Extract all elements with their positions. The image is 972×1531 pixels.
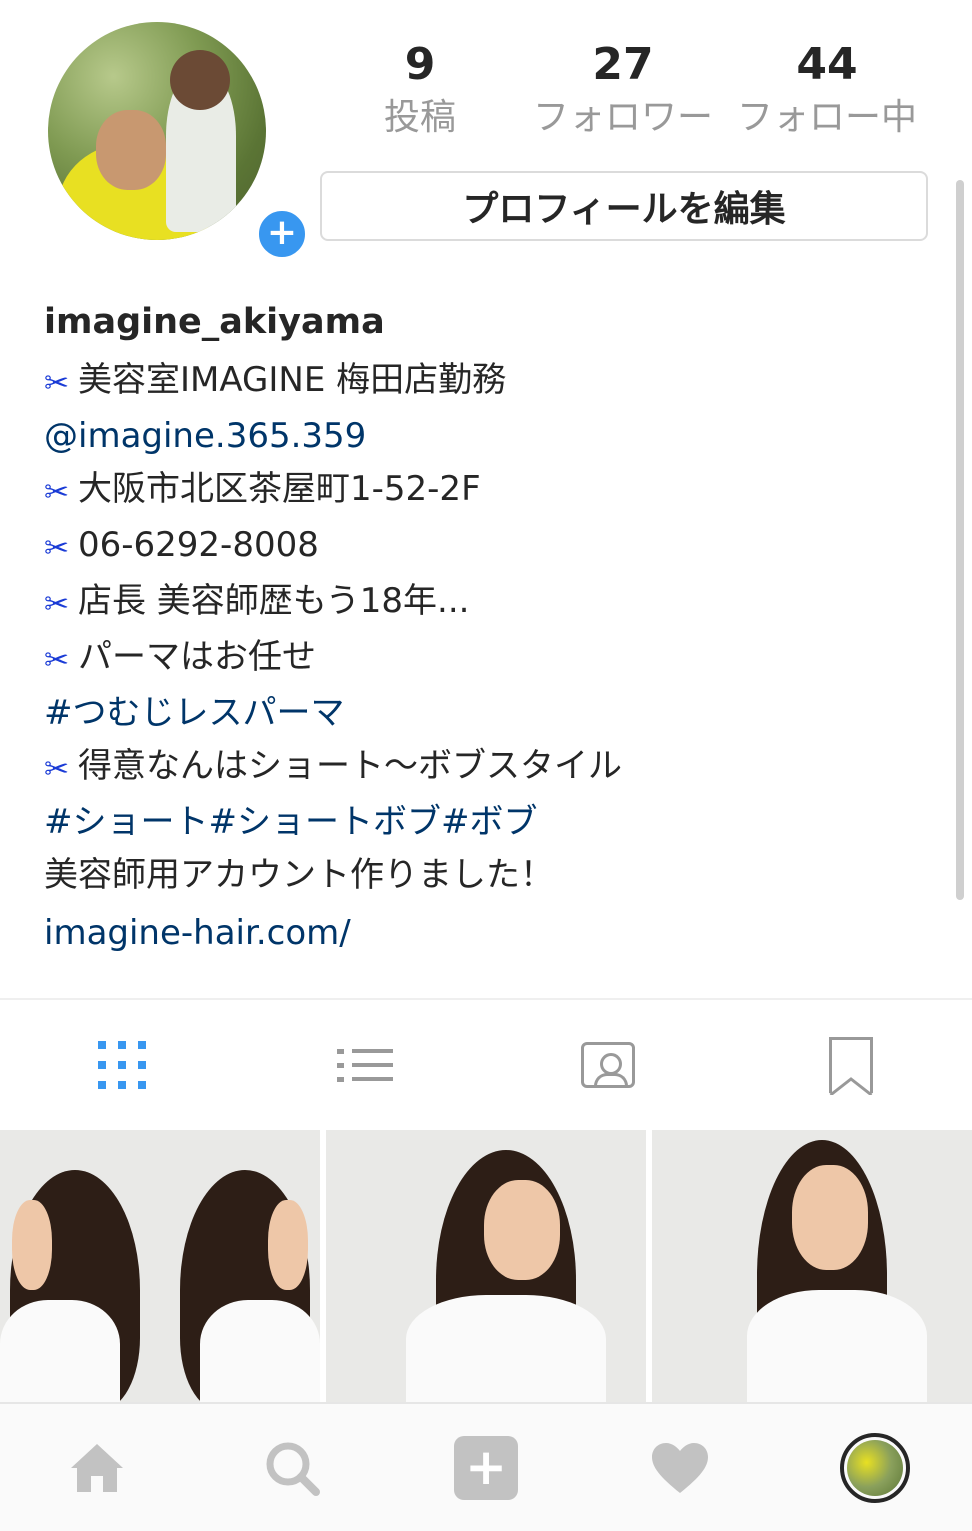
posts-label: 投稿	[383, 97, 456, 138]
posts-value: 9	[404, 39, 436, 90]
tab-grid[interactable]	[0, 1000, 243, 1130]
posts-count[interactable]: 9 投稿	[320, 38, 520, 144]
bio-line: ✂ 得意なんはショート～ボブスタイル	[44, 740, 944, 796]
followers-value: 27	[592, 39, 654, 90]
scrollbar[interactable]	[956, 180, 964, 900]
scissors-icon: ✂	[44, 531, 70, 566]
profile-bio: imagine_akiyama ✂ 美容室IMAGINE 梅田店勤務 @imagi…	[44, 296, 944, 958]
photo-thumbnail[interactable]	[0, 1130, 320, 1402]
photo-thumbnail[interactable]	[652, 1130, 972, 1402]
add-story-button[interactable]: +	[254, 206, 310, 262]
bio-line: ✂ 店長 美容師歴もう18年...	[44, 575, 944, 631]
search-icon	[266, 1442, 320, 1496]
tab-tagged[interactable]	[486, 1000, 729, 1130]
add-post-icon: +	[454, 1435, 519, 1500]
photo-grid	[0, 1130, 972, 1402]
mention-link[interactable]: @imagine.365.359	[44, 410, 944, 463]
photo-thumbnail[interactable]	[326, 1130, 646, 1402]
nav-activity[interactable]	[583, 1404, 777, 1531]
edit-profile-button[interactable]: プロフィールを編集	[320, 171, 928, 241]
bookmark-icon	[828, 1037, 873, 1095]
heart-icon	[652, 1442, 709, 1493]
tagged-icon	[580, 1042, 635, 1088]
avatar-image	[48, 22, 266, 240]
nav-add-post[interactable]: +	[389, 1404, 583, 1531]
following-count[interactable]: 44 フォロー中	[726, 38, 928, 144]
scissors-icon: ✂	[44, 643, 70, 678]
nav-profile[interactable]	[778, 1404, 972, 1531]
profile-stats: 9 投稿 27 フォロワー 44 フォロー中	[320, 38, 928, 144]
website-link[interactable]: imagine-hair.com/	[44, 908, 944, 958]
bio-line: ✂ 美容室IMAGINE 梅田店勤務	[44, 354, 944, 410]
hashtag-link[interactable]: #ショート#ショートボブ#ボブ	[44, 796, 944, 849]
following-value: 44	[796, 39, 858, 90]
profile-tabs	[0, 998, 972, 1130]
scissors-icon: ✂	[44, 587, 70, 622]
list-icon	[336, 1040, 393, 1091]
hashtag-link[interactable]: #つむじレスパーマ	[44, 687, 944, 740]
nav-home[interactable]	[0, 1404, 194, 1531]
scissors-icon: ✂	[44, 366, 70, 401]
tab-list[interactable]	[243, 1000, 486, 1130]
nav-search[interactable]	[194, 1404, 388, 1531]
username: imagine_akiyama	[44, 302, 385, 342]
bio-line: ✂ パーマはお任せ	[44, 631, 944, 687]
home-icon	[71, 1443, 124, 1492]
bio-line: 美容師用アカウント作りました！	[44, 855, 554, 895]
bio-line: ✂ 06-6292-8008	[44, 519, 944, 575]
following-label: フォロー中	[736, 97, 917, 138]
tab-saved[interactable]	[729, 1000, 972, 1130]
bottom-navigation: +	[0, 1402, 972, 1531]
profile-avatar[interactable]: +	[48, 22, 310, 262]
profile-avatar-icon	[839, 1432, 910, 1503]
followers-label: フォロワー	[532, 97, 713, 138]
bio-line: ✂ 大阪市北区茶屋町1-52-2F	[44, 463, 944, 519]
scissors-icon: ✂	[44, 475, 70, 510]
followers-count[interactable]: 27 フォロワー	[520, 38, 726, 144]
scissors-icon: ✂	[44, 752, 70, 787]
grid-icon	[97, 1041, 146, 1089]
